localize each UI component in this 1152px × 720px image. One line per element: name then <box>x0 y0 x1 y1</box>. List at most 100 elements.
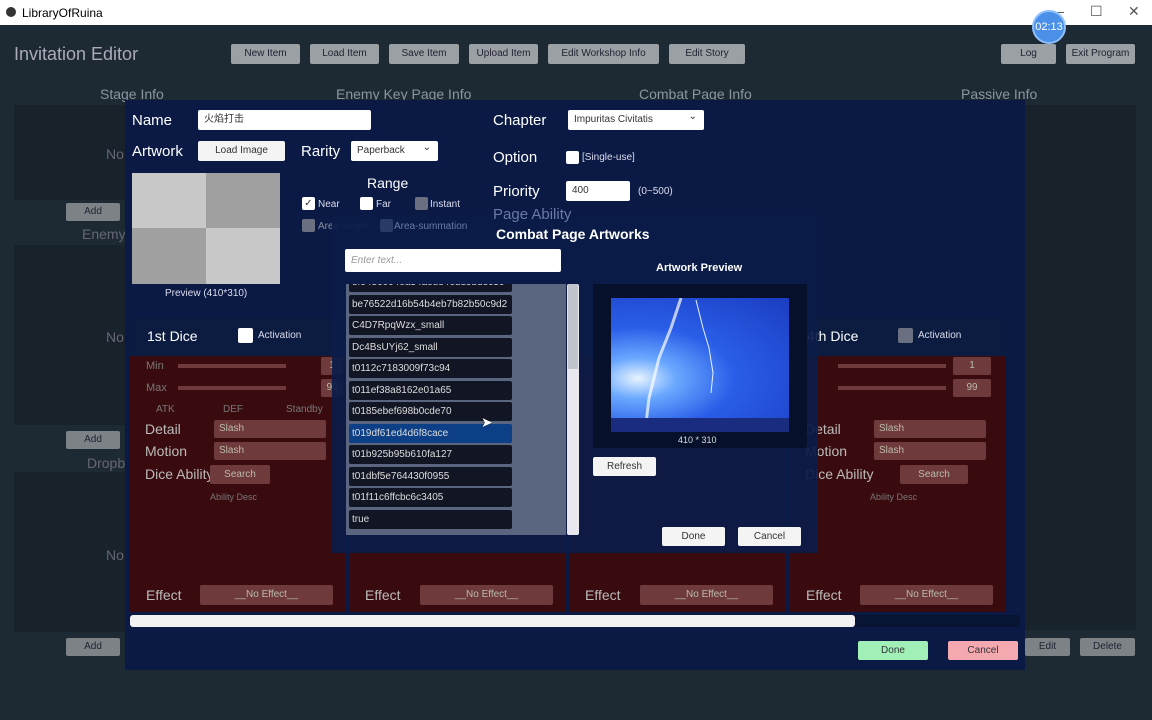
app-icon <box>6 7 16 17</box>
cancel-button[interactable]: Cancel <box>948 641 1018 660</box>
instant-label: Instant <box>430 199 461 210</box>
effect-button[interactable]: __No Effect__ <box>420 585 553 605</box>
rarity-dropdown[interactable]: Paperback <box>351 138 438 161</box>
stage-none-label: No <box>106 146 124 162</box>
artwork-list-item[interactable]: t01f11c6ffcbc6c3405 <box>349 488 512 507</box>
done-button[interactable]: Done <box>858 641 928 660</box>
scrollbar-thumb[interactable] <box>130 615 855 627</box>
dice-ability-search-button[interactable]: Search <box>210 465 270 484</box>
range-title: Range <box>367 175 409 191</box>
artwork-dialog-title: Combat Page Artworks <box>496 226 650 242</box>
delete-passive-button[interactable]: Delete <box>1080 638 1135 656</box>
title-bar: LibraryOfRuina — ☐ ✕ <box>0 0 1152 25</box>
rarity-label: Rarity <box>301 143 341 160</box>
min-slider[interactable] <box>178 364 286 368</box>
enemy-none-label: No <box>106 329 124 345</box>
artwork-list-item[interactable]: t011ef38a8162e01a65 <box>349 380 512 400</box>
add-drop-button[interactable]: Add <box>66 638 120 656</box>
dice-ability-search-button[interactable]: Search <box>900 465 968 484</box>
near-checkbox[interactable]: ✓ <box>302 197 315 210</box>
close-button[interactable]: ✕ <box>1128 3 1140 20</box>
list-scrollbar[interactable] <box>567 284 579 535</box>
dice-panel-4: 4th Dice Activation 1 99 Detail Slash Mo… <box>790 318 1005 612</box>
editor-title: Invitation Editor <box>14 44 139 64</box>
scrollbar-thumb[interactable] <box>568 284 578 369</box>
motion-dropdown[interactable]: Slash <box>214 442 326 460</box>
save-item-button[interactable]: Save Item <box>389 44 459 64</box>
load-item-button[interactable]: Load Item <box>310 44 379 64</box>
add-stage-button[interactable]: Add <box>66 203 120 221</box>
horizontal-scrollbar[interactable] <box>130 615 1020 627</box>
artwork-list-item[interactable]: t01b925b95b610fa127 <box>349 445 512 464</box>
detail-dropdown[interactable]: Slash <box>214 420 326 438</box>
artwork-cancel-button[interactable]: Cancel <box>738 527 801 546</box>
artwork-list-item[interactable]: t01dbf5e764430f0955 <box>349 466 512 486</box>
max-slider[interactable] <box>178 386 286 390</box>
detail-label: Detail <box>145 421 181 437</box>
passive-list <box>1025 105 1136 630</box>
dice-panel-1: 1st Dice Activation Min 1 Max 99 ATK DEF… <box>130 318 345 612</box>
timer-badge: 02:13 <box>1032 10 1066 44</box>
effect-label: Effect <box>806 587 842 603</box>
edit-workshop-info-button[interactable]: Edit Workshop Info <box>548 44 659 64</box>
preview-size: 410 * 310 <box>678 435 717 445</box>
far-checkbox[interactable] <box>360 197 373 210</box>
drop-none-label: No <box>106 547 124 563</box>
artwork-preview-frame: 410 * 310 <box>593 284 807 448</box>
effect-button[interactable]: __No Effect__ <box>860 585 993 605</box>
artwork-search-input[interactable]: Enter text... <box>345 249 561 272</box>
enemy-label: Enemy <box>82 226 126 242</box>
standby-label: Standby <box>286 404 323 415</box>
activation-label: Activation <box>918 330 962 341</box>
artwork-done-button[interactable]: Done <box>662 527 725 546</box>
mouse-cursor-icon: ➤ <box>481 414 493 430</box>
add-enemy-button[interactable]: Add <box>66 431 120 449</box>
motion-dropdown[interactable]: Slash <box>874 442 986 460</box>
effect-button[interactable]: __No Effect__ <box>640 585 773 605</box>
maximize-button[interactable]: ☐ <box>1090 3 1103 20</box>
artwork-list-item[interactable]: 8f9486004ea34aeu846dd9bd8c3c <box>349 284 512 292</box>
option-label: Option <box>493 149 538 166</box>
max-input[interactable]: 99 <box>953 379 991 397</box>
artwork-list-item[interactable]: true <box>349 509 512 529</box>
ability-desc: Ability Desc <box>210 492 258 502</box>
min-input[interactable]: 1 <box>953 357 991 375</box>
detail-dropdown[interactable]: Slash <box>874 420 986 438</box>
preview-caption: Preview (410*310) <box>165 288 248 299</box>
activation-label: Activation <box>258 330 302 341</box>
artwork-label: Artwork <box>132 143 183 160</box>
area-single-checkbox[interactable] <box>302 219 315 232</box>
effect-label: Effect <box>365 587 401 603</box>
refresh-button[interactable]: Refresh <box>593 457 656 476</box>
chapter-dropdown[interactable]: Impuritas Civitatis <box>568 107 704 130</box>
artwork-list-item[interactable]: Dc4BsUYj62_small <box>349 337 512 357</box>
edit-passive-button[interactable]: Edit <box>1025 638 1070 656</box>
load-image-button[interactable]: Load Image <box>198 141 285 161</box>
artwork-preview-image <box>611 298 789 432</box>
single-use-checkbox[interactable] <box>566 151 579 164</box>
artwork-list-item[interactable]: be76522d16b54b4eb7b82b50c9d2 <box>349 294 512 314</box>
artwork-list-item[interactable]: t0112c7183009f73c94 <box>349 359 512 378</box>
exit-program-button[interactable]: Exit Program <box>1066 44 1135 64</box>
max-slider[interactable] <box>838 386 946 390</box>
priority-input[interactable]: 400 <box>566 181 630 201</box>
log-button[interactable]: Log <box>1001 44 1056 64</box>
min-slider[interactable] <box>838 364 946 368</box>
min-label: Min <box>146 360 164 372</box>
dice-ability-label: Dice Ability <box>145 466 214 482</box>
area-summation-label: Area-summation <box>394 221 468 232</box>
effect-label: Effect <box>585 587 621 603</box>
max-label: Max <box>146 382 167 394</box>
artwork-list-item[interactable]: C4D7RpqWzx_small <box>349 316 512 335</box>
name-input[interactable]: 火焰打击 <box>198 110 371 130</box>
area-summation-checkbox[interactable] <box>380 219 393 232</box>
effect-button[interactable]: __No Effect__ <box>200 585 333 605</box>
instant-checkbox[interactable] <box>415 197 428 210</box>
activation-checkbox[interactable] <box>898 328 913 343</box>
motion-label: Motion <box>145 443 188 459</box>
activation-checkbox[interactable] <box>238 328 253 343</box>
upload-item-button[interactable]: Upload Item <box>469 44 538 64</box>
dice-title: 1st Dice <box>147 328 198 344</box>
edit-story-button[interactable]: Edit Story <box>669 44 745 64</box>
new-item-button[interactable]: New Item <box>231 44 300 64</box>
